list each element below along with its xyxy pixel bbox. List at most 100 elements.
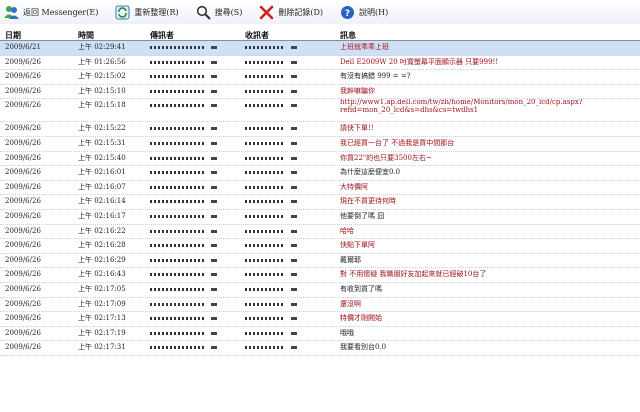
table-header: 日期 時間 傳訊者 收訊者 訊息 [0,30,640,41]
row-sender-redacted [150,313,240,321]
row-message: 我要看別台0.0 [340,343,387,352]
table-body: 2009/6/21 上午 02:29:41 上班就乖乖上班 2009/6/26 上午 0… [0,41,640,356]
table-row[interactable]: 2009/6/26 上午 02:17:13 特價才剛開始 [0,312,640,327]
table-row[interactable]: 2009/6/26 上午 02:15:22 請快下單!! [0,122,640,137]
column-header-date[interactable]: 日期 [5,30,21,40]
refresh-icon [115,5,130,20]
row-recipient-redacted [245,196,335,204]
row-date: 2009/6/26 [5,255,41,264]
column-header-to[interactable]: 收訊者 [245,30,269,40]
help-button[interactable]: ? 說明(H) [336,1,392,23]
row-time: 上午 02:16:28 [78,241,126,250]
row-sender-redacted [150,86,240,93]
message-history-table: 日期 時間 傳訊者 收訊者 訊息 2009/6/21 上午 02:29:41 上班就… [0,30,640,412]
table-row[interactable]: 2009/6/26 上午 02:17:31 我要看別台0.0 [0,341,640,356]
row-recipient-redacted [245,269,335,277]
table-row[interactable]: 2009/6/26 上午 02:15:10 我幹嘛騙你 [0,85,640,100]
row-time: 上午 02:17:13 [78,314,126,323]
column-header-message[interactable]: 訊息 [340,30,356,40]
table-row[interactable]: 2009/6/26 上午 02:16:01 為什麼這麼便宜0.0 [0,166,640,181]
row-date: 2009/6/26 [5,86,41,95]
table-row[interactable]: 2009/6/26 上午 02:15:31 我已經買一台了 不過我是買中間那台 [0,137,640,152]
row-recipient-redacted [245,284,335,291]
row-message: http://www1.ap.dell.com/tw/zh/home/Monit… [340,99,583,114]
toolbar: 返回 Messenger(E) 重新整理(R) 搜尋(S) 刪除記錄(D) ? … [0,0,640,24]
row-recipient-redacted [245,57,335,64]
row-message: 有收到貨了嗎 [340,284,382,293]
row-message: 請快下單!! [340,124,374,133]
row-date: 2009/6/26 [5,72,41,81]
table-row[interactable]: 2009/6/26 上午 02:16:22 哈哈 [0,225,640,240]
row-sender-redacted [150,342,240,350]
refresh-button[interactable]: 重新整理(R) [111,1,182,23]
row-message: 還沒啊 [340,299,361,308]
row-date: 2009/6/26 [5,101,41,110]
row-time: 上午 02:15:31 [78,138,126,147]
row-time: 上午 02:16:07 [78,182,126,191]
row-date: 2009/6/26 [5,241,41,250]
row-recipient-redacted [245,167,335,175]
table-row[interactable]: 2009/6/26 上午 02:16:43 對 不用懷疑 我職朋好友加起來就已經破1… [0,268,640,283]
delete-history-button[interactable]: 刪除記錄(D) [255,1,327,23]
row-sender-redacted [150,299,240,306]
row-time: 上午 02:17:09 [78,299,126,308]
row-sender-redacted [150,240,240,248]
row-date: 2009/6/26 [5,211,41,220]
table-row[interactable]: 2009/6/26 上午 02:16:28 快點下單阿 [0,239,640,254]
row-recipient-redacted [245,226,335,233]
row-date: 2009/6/26 [5,168,41,177]
row-date: 2009/6/26 [5,343,41,352]
row-date: 2009/6/26 [5,138,41,147]
row-time: 上午 02:15:18 [78,101,126,110]
row-sender-redacted [150,138,240,145]
row-date: 2009/6/26 [5,182,41,191]
row-date: 2009/6/21 [5,43,41,51]
table-row[interactable]: 2009/6/26 上午 02:15:02 有沒有搞錯 999 = =? [0,70,640,85]
svg-text:?: ? [345,9,350,19]
row-time: 上午 02:16:14 [78,197,126,206]
search-button[interactable]: 搜尋(S) [192,1,247,23]
row-message: 大特價阿 [340,182,368,191]
row-recipient-redacted [245,86,335,93]
table-row[interactable]: 2009/6/26 上午 02:15:40 你買22"的也只要3500左右~ [0,152,640,167]
row-time: 上午 02:16:29 [78,255,126,264]
row-sender-redacted [150,196,240,204]
row-time: 上午 02:15:10 [78,86,126,95]
row-recipient-redacted [245,240,335,248]
delete-x-icon [259,5,274,20]
table-row[interactable]: 2009/6/26 上午 02:17:05 有收到貨了嗎 [0,283,640,298]
row-message: 哦哦 [340,328,354,337]
column-header-from[interactable]: 傳訊者 [150,30,174,40]
table-row[interactable]: 2009/6/26 上午 02:16:29 戴爾耶 [0,254,640,269]
row-time: 上午 02:29:41 [78,43,126,51]
row-recipient-redacted [245,313,335,321]
row-message: 為什麼這麼便宜0.0 [340,168,401,177]
row-recipient-redacted [245,299,335,306]
table-row[interactable]: 2009/6/26 上午 02:17:19 哦哦 [0,327,640,342]
row-time: 上午 02:15:22 [78,124,126,133]
table-row[interactable]: 2009/6/26 上午 02:16:14 現在不買更待何時 [0,195,640,210]
column-header-time[interactable]: 時間 [78,30,94,40]
search-icon [196,5,211,20]
row-message: Dell E2009W 20 吋寬螢幕平面顯示器 只要999!! [340,57,499,66]
row-recipient-redacted [245,211,335,218]
row-recipient-redacted [245,342,335,350]
table-row[interactable]: 2009/6/26 上午 02:17:09 還沒啊 [0,298,640,313]
table-row[interactable]: 2009/6/26 上午 01:26:56 Dell E2009W 20 吋寬螢幕平… [0,56,640,71]
row-sender-redacted [150,71,240,79]
back-to-messenger-label: 返回 Messenger(E) [23,7,99,17]
row-message: 有沒有搞錯 999 = =? [340,72,411,81]
back-to-messenger-button[interactable]: 返回 Messenger(E) [0,1,102,23]
help-label: 說明(H) [358,7,389,17]
table-row[interactable]: 2009/6/26 上午 02:16:07 大特價阿 [0,181,640,196]
row-time: 上午 02:16:43 [78,270,126,279]
row-message: 上班就乖乖上班 [340,43,389,51]
help-icon: ? [340,5,355,20]
row-message: 我已經買一台了 不過我是買中間那台 [340,138,455,147]
table-row[interactable]: 2009/6/21 上午 02:29:41 上班就乖乖上班 [0,41,640,56]
row-recipient-redacted [245,123,335,131]
table-row[interactable]: 2009/6/26 上午 02:15:18 http://www1.ap.dell.… [0,99,640,123]
row-time: 上午 02:16:17 [78,211,126,220]
row-time: 上午 02:15:02 [78,72,126,81]
table-row[interactable]: 2009/6/26 上午 02:16:17 他要倒了嗎 囧 [0,210,640,225]
